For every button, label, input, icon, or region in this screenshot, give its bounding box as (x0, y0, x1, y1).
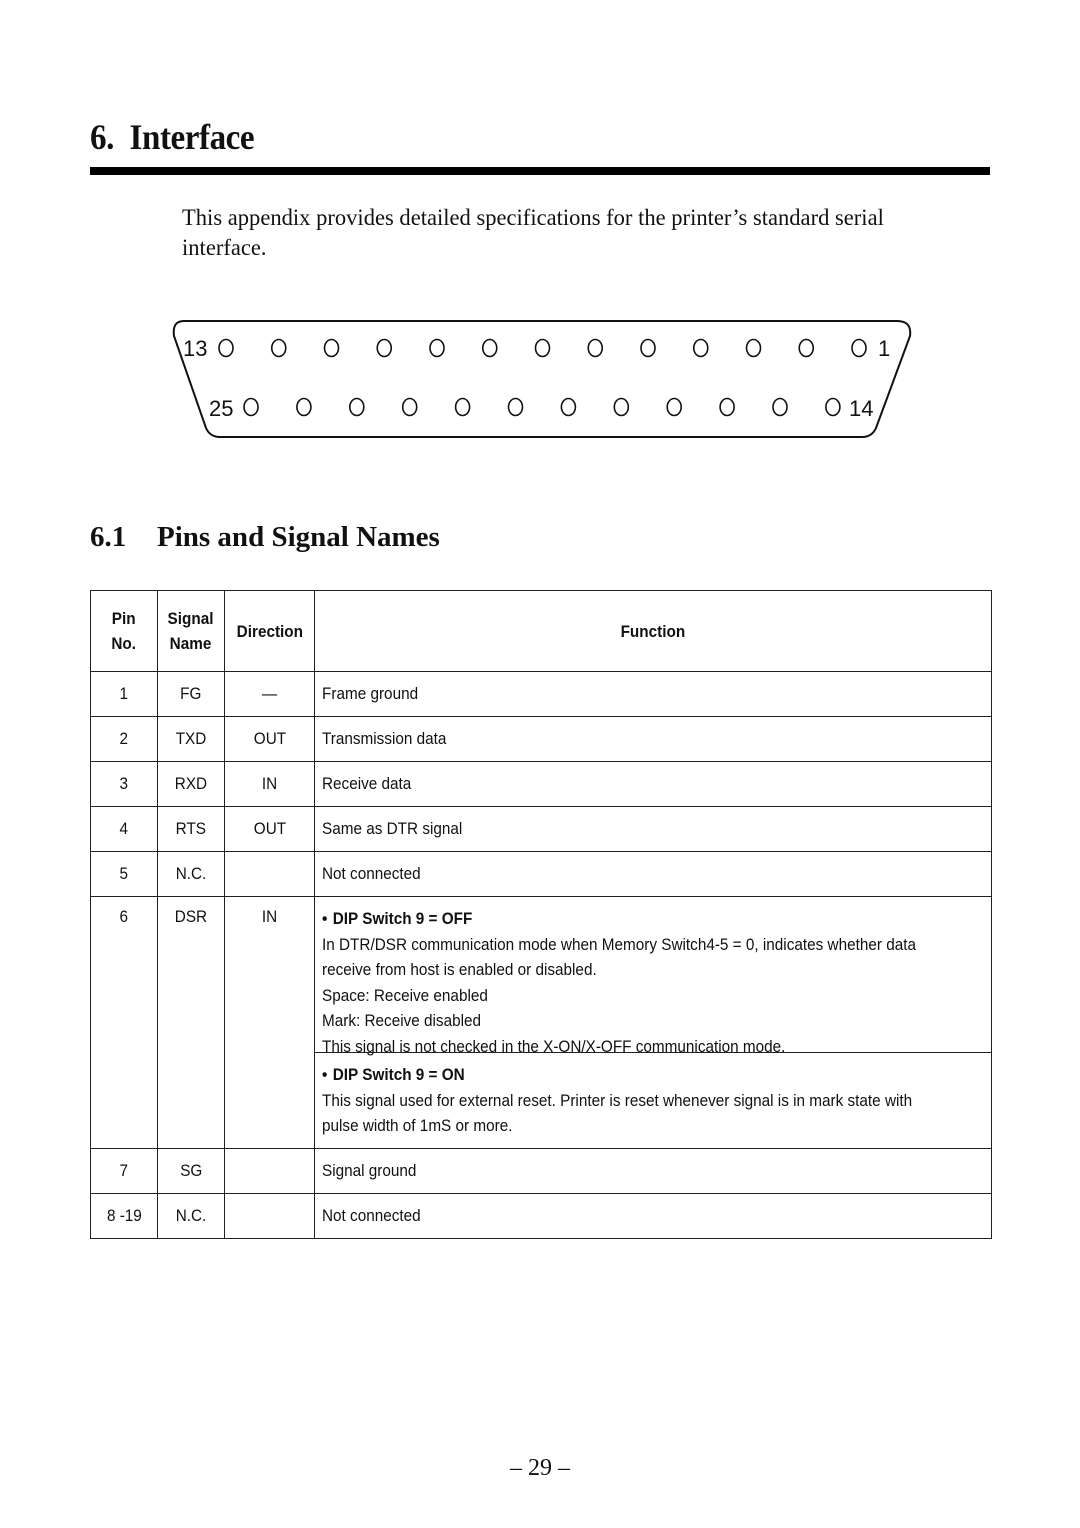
header-direction: Direction (224, 590, 315, 672)
pin-no: 2 (90, 716, 158, 762)
pin-label-25: 25 (209, 396, 233, 421)
table-row: 4 RTS OUT Same as DTR signal (90, 806, 992, 852)
function: • DIP Switch 9 = OFF In DTR/DSR communica… (314, 896, 992, 1149)
table-row: 1 FG — Frame ground (90, 671, 992, 717)
pin-no: 8 -19 (90, 1193, 158, 1239)
pin-hole-6 (587, 338, 604, 358)
pin-hole-25 (243, 397, 259, 417)
condition-heading: DIP Switch 9 = OFF (332, 909, 473, 928)
bullet-icon: • (322, 1065, 328, 1084)
condition-line: This signal used for external reset. Pri… (322, 1090, 913, 1110)
pin-hole-7 (534, 338, 551, 358)
direction (224, 851, 315, 897)
table-row: 3 RXD IN Receive data (90, 761, 992, 807)
function: Signal ground (314, 1148, 992, 1194)
table-row: 7 SG Signal ground (90, 1148, 992, 1194)
direction: OUT (224, 806, 315, 852)
signal-name: N.C. (157, 1193, 225, 1239)
table-row: 2 TXD OUT Transmission data (90, 716, 992, 762)
pin-hole-3 (745, 338, 762, 358)
condition-line: Space: Receive enabled (322, 985, 488, 1005)
pin-no: 6 (90, 896, 158, 1149)
function: Receive data (314, 761, 992, 807)
section-title-text: Pins and Signal Names (157, 521, 440, 553)
condition-line: In DTR/DSR communication mode when Memor… (322, 934, 916, 954)
pin-row-top (218, 338, 867, 358)
pin-no: 3 (90, 761, 158, 807)
condition-dip-switch-on: • DIP Switch 9 = ON This signal used for … (315, 1053, 991, 1148)
pin-hole-9 (429, 338, 445, 358)
direction: IN (224, 761, 315, 807)
pin-no: 5 (90, 851, 158, 897)
pin-hole-14 (825, 397, 841, 417)
function: Not connected (314, 851, 992, 897)
pin-no: 7 (90, 1148, 158, 1194)
direction (224, 1148, 315, 1194)
direction (224, 1193, 315, 1239)
pin-hole-15 (772, 397, 788, 417)
function: Not connected (314, 1193, 992, 1239)
pin-hole-13 (218, 338, 234, 358)
pin-hole-16 (719, 397, 735, 417)
pin-no: 4 (90, 806, 158, 852)
bullet-icon: • (322, 909, 328, 928)
pin-label-13: 13 (183, 336, 207, 361)
header-pin-no: Pin No. (90, 590, 158, 672)
table-header-row: Pin No. Signal Name Direction Function (90, 590, 992, 672)
section-number: 6.1 (90, 521, 127, 553)
db25-connector-diagram: 13 1 25 14 (172, 320, 912, 438)
pin-hole-22 (401, 397, 418, 417)
condition-line: pulse width of 1mS or more. (322, 1116, 513, 1135)
pin-hole-4 (692, 338, 709, 358)
condition-line: receive from host is enabled or disabled… (322, 960, 597, 979)
table-row: 8 -19 N.C. Not connected (90, 1193, 992, 1239)
function: Same as DTR signal (314, 806, 992, 852)
signal-name: N.C. (157, 851, 225, 897)
direction: — (224, 671, 315, 717)
header-signal-name: Signal Name (157, 590, 225, 672)
signal-name: DSR (157, 896, 225, 1149)
pin-row-bottom (243, 397, 841, 417)
pin-hole-18 (613, 397, 630, 417)
pins-signal-table: Pin No. Signal Name Direction Function 1 F… (90, 590, 992, 1239)
signal-name: RXD (157, 761, 225, 807)
pin-hole-5 (640, 338, 656, 358)
pin-hole-20 (507, 397, 524, 417)
connector-outline (172, 320, 912, 438)
pin-hole-10 (376, 338, 393, 358)
pin-hole-12 (270, 338, 287, 358)
direction: OUT (224, 716, 315, 762)
pin-no: 1 (90, 671, 158, 717)
condition-line: Mark: Receive disabled (322, 1011, 482, 1030)
page-number: – 29 – (510, 1455, 570, 1481)
function: Frame ground (314, 671, 992, 717)
condition-line: This signal is not checked in the X-ON/X… (322, 1036, 786, 1056)
table-row: 6 DSR IN • DIP Switch 9 = OFF In DTR/DSR … (90, 896, 992, 1149)
header-function: Function (314, 590, 992, 672)
signal-name: RTS (157, 806, 225, 852)
pin-hole-11 (323, 338, 340, 358)
signal-name: FG (157, 671, 225, 717)
pin-label-14: 14 (849, 396, 873, 421)
section-title: 6.1 Pins and Signal Names (90, 521, 440, 554)
pin-label-1: 1 (878, 336, 890, 361)
pin-hole-19 (560, 397, 577, 417)
pin-hole-17 (666, 397, 683, 417)
signal-name: TXD (157, 716, 225, 762)
direction: IN (224, 896, 315, 1149)
pin-hole-8 (481, 338, 498, 358)
pin-hole-21 (454, 397, 471, 417)
pin-hole-2 (798, 338, 815, 358)
table-row: 5 N.C. Not connected (90, 851, 992, 897)
signal-name: SG (157, 1148, 225, 1194)
condition-heading: DIP Switch 9 = ON (332, 1065, 465, 1084)
pin-hole-1 (851, 338, 867, 358)
condition-dip-switch-off: • DIP Switch 9 = OFF In DTR/DSR communica… (315, 897, 991, 1056)
pin-hole-23 (348, 397, 365, 417)
pin-hole-24 (296, 397, 312, 417)
function: Transmission data (314, 716, 992, 762)
